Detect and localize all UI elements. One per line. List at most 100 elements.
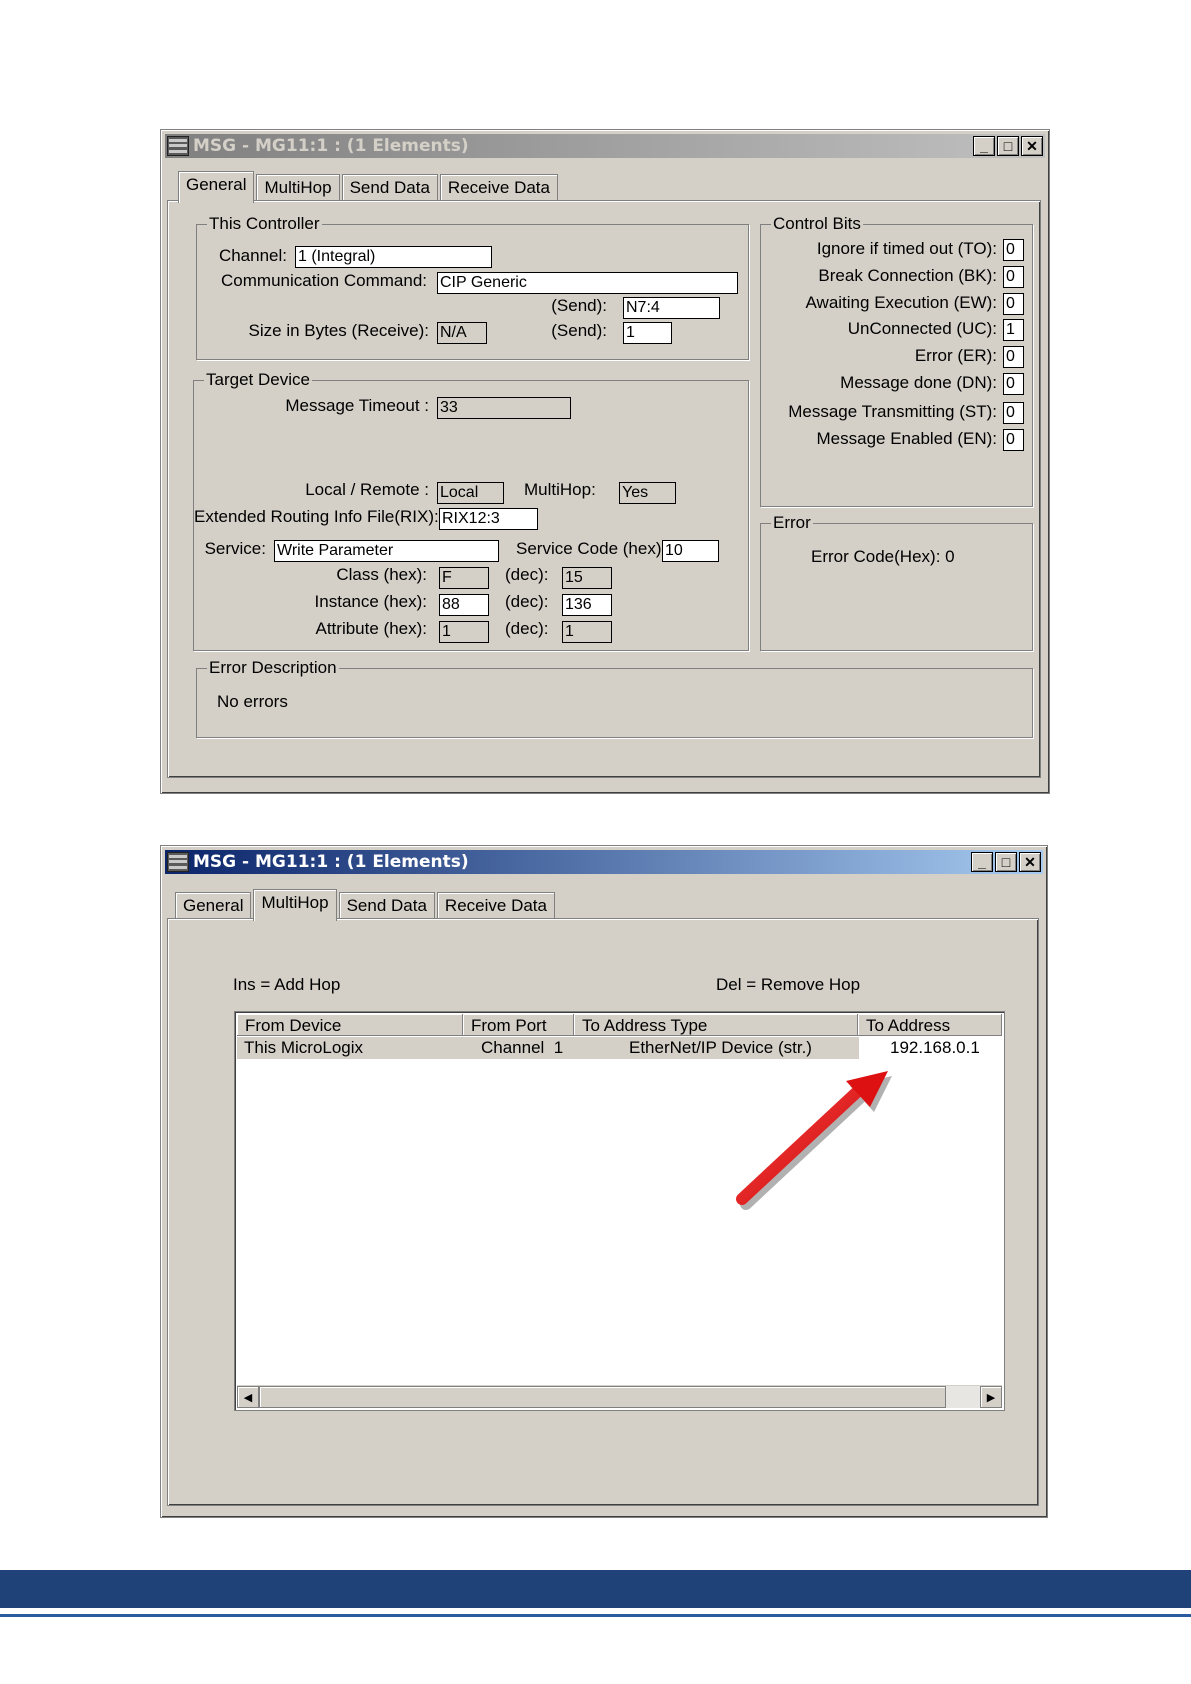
service-label: Service:	[204, 539, 266, 558]
close-button[interactable]: ✕	[1021, 136, 1043, 156]
error-legend: Error	[771, 513, 813, 533]
local-remote-label: Local / Remote :	[305, 480, 429, 499]
control-bit-value[interactable]: 0	[1003, 429, 1024, 451]
close-icon: ✕	[1026, 138, 1038, 154]
control-bit-value[interactable]: 0	[1003, 266, 1024, 288]
close-button[interactable]: ✕	[1019, 852, 1041, 872]
column-header-to-address-type[interactable]: To Address Type	[574, 1014, 858, 1036]
hop-list[interactable]: From Device From Port To Address Type To…	[234, 1011, 1005, 1411]
instance-dec-label: (dec):	[505, 592, 549, 611]
window-title: MSG - MG11:1 : (1 Elements)	[193, 852, 469, 872]
instance-hex-field[interactable]: 88	[439, 594, 489, 616]
scroll-left-button[interactable]: ◀	[237, 1386, 259, 1408]
minimize-icon: _	[978, 854, 986, 870]
remove-hop-hint: Del = Remove Hop	[716, 975, 861, 994]
control-bit-value[interactable]: 0	[1003, 373, 1024, 395]
tab-multihop[interactable]: MultiHop	[253, 889, 337, 921]
multihop-tab-panel: Ins = Add Hop Del = Remove Hop From Devi…	[167, 918, 1039, 1506]
cell-from-device: This MicroLogix	[244, 1038, 364, 1057]
multihop-label: MultiHop:	[524, 480, 596, 499]
close-icon: ✕	[1024, 854, 1036, 870]
tab-general[interactable]: General	[175, 892, 252, 920]
minimize-button[interactable]: _	[973, 136, 995, 156]
class-dec-label: (dec):	[505, 565, 549, 584]
attribute-hex-field[interactable]: 1	[439, 621, 489, 643]
error-description-group: Error Description No errors	[196, 658, 1033, 738]
class-hex-field[interactable]: F	[439, 567, 489, 589]
attribute-dec-field: 1	[562, 621, 612, 643]
control-bit-value[interactable]: 0	[1003, 346, 1024, 368]
send-field[interactable]: N7:4	[623, 297, 720, 319]
app-icon	[167, 136, 189, 156]
instance-hex-label: Instance (hex):	[314, 592, 427, 611]
communication-command-field[interactable]: CIP Generic	[437, 272, 738, 294]
maximize-icon: □	[1001, 854, 1011, 870]
control-bit-label: Ignore if timed out (TO):	[816, 239, 997, 258]
this-controller-legend: This Controller	[207, 214, 322, 234]
minimize-icon: _	[980, 138, 988, 154]
maximize-button[interactable]: □	[997, 136, 1019, 156]
cell-to-address-type: EtherNet/IP Device (str.)	[629, 1038, 812, 1057]
size-receive-field: N/A	[437, 322, 487, 344]
column-header-from-device[interactable]: From Device	[237, 1014, 463, 1036]
target-device-legend: Target Device	[204, 370, 312, 390]
add-hop-hint: Ins = Add Hop	[233, 975, 341, 994]
minimize-button[interactable]: _	[971, 852, 993, 872]
msg-window-general: MSG - MG11:1 : (1 Elements) _ □ ✕ Genera…	[160, 129, 1050, 794]
rix-label: Extended Routing Info File(RIX):	[194, 507, 439, 526]
column-header-from-port[interactable]: From Port	[463, 1014, 574, 1036]
channel-label: Channel:	[218, 246, 287, 265]
control-bit-label: UnConnected (UC):	[847, 319, 997, 338]
tab-receive-data[interactable]: Receive Data	[436, 892, 555, 920]
title-bar[interactable]: MSG - MG11:1 : (1 Elements) _ □ ✕	[165, 850, 1043, 874]
tab-send-data[interactable]: Send Data	[338, 892, 435, 920]
arrow-right-icon: ▶	[986, 1391, 996, 1404]
maximize-button[interactable]: □	[995, 852, 1017, 872]
table-row[interactable]: This MicroLogix Channel 1 EtherNet/IP De…	[237, 1037, 1002, 1059]
send-label: (Send):	[551, 296, 607, 315]
app-icon	[167, 852, 189, 872]
tab-multihop[interactable]: MultiHop	[256, 174, 340, 202]
scroll-right-button[interactable]: ▶	[980, 1386, 1002, 1408]
error-code-text: Error Code(Hex): 0	[811, 547, 955, 566]
maximize-icon: □	[1003, 138, 1013, 154]
tab-send-data[interactable]: Send Data	[341, 174, 438, 202]
footer-line	[0, 1614, 1191, 1617]
class-dec-field: 15	[562, 567, 612, 589]
size-send-label: (Send):	[551, 321, 607, 340]
local-remote-field[interactable]: Local	[437, 482, 504, 504]
service-code-field[interactable]: 10	[662, 540, 719, 562]
control-bit-label: Awaiting Execution (EW):	[805, 293, 997, 312]
rix-field[interactable]: RIX12:3	[439, 508, 538, 530]
size-send-field[interactable]: 1	[623, 322, 672, 344]
attribute-hex-label: Attribute (hex):	[315, 619, 428, 638]
this-controller-group: This Controller Channel: 1 (Integral) Co…	[196, 214, 749, 360]
control-bit-label: Message done (DN):	[840, 373, 997, 392]
scroll-thumb[interactable]	[259, 1386, 946, 1408]
service-code-label: Service Code (hex):	[516, 539, 667, 558]
control-bit-value[interactable]: 0	[1003, 293, 1024, 315]
instance-dec-field[interactable]: 136	[562, 594, 612, 616]
cell-to-address[interactable]: 192.168.0.1	[859, 1037, 1002, 1059]
control-bits-group: Control Bits Ignore if timed out (TO): 0…	[760, 214, 1033, 507]
general-tab-panel: This Controller Channel: 1 (Integral) Co…	[167, 200, 1041, 778]
tab-general[interactable]: General	[178, 171, 255, 203]
title-bar[interactable]: MSG - MG11:1 : (1 Elements) _ □ ✕	[165, 134, 1045, 158]
footer-band	[0, 1570, 1191, 1608]
message-timeout-label: Message Timeout :	[285, 396, 429, 415]
horizontal-scrollbar[interactable]: ◀ ▶	[237, 1385, 1002, 1408]
control-bit-value[interactable]: 0	[1003, 402, 1024, 424]
control-bit-value[interactable]: 1	[1003, 319, 1024, 341]
message-timeout-field[interactable]: 33	[437, 397, 571, 419]
size-in-bytes-label: Size in Bytes (Receive):	[248, 321, 429, 340]
class-hex-label: Class (hex):	[336, 565, 427, 584]
arrow-left-icon: ◀	[243, 1391, 253, 1404]
control-bit-value[interactable]: 0	[1003, 239, 1024, 261]
control-bit-label: Message Enabled (EN):	[816, 429, 997, 448]
tab-receive-data[interactable]: Receive Data	[439, 174, 558, 202]
service-field[interactable]: Write Parameter	[274, 540, 499, 562]
target-device-group: Target Device Message Timeout : 33 Local…	[193, 370, 749, 651]
multihop-field[interactable]: Yes	[619, 482, 676, 504]
column-header-to-address[interactable]: To Address	[858, 1014, 1002, 1036]
channel-field[interactable]: 1 (Integral)	[295, 246, 492, 268]
